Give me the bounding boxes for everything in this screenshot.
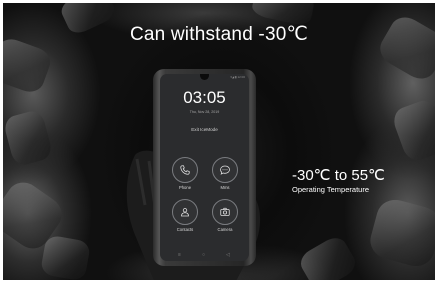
ice-shard: [3, 108, 54, 168]
ice-shard: [366, 195, 435, 271]
app-camera[interactable]: Camera: [210, 199, 240, 232]
lock-time: 03:05: [183, 88, 226, 107]
app-label: Camera: [217, 227, 233, 232]
ice-shard: [389, 96, 435, 165]
back-button[interactable]: ◁: [226, 252, 230, 258]
temperature-caption: Operating Temperature: [292, 185, 369, 194]
app-label: Phone: [178, 185, 192, 190]
app-label: Mms: [220, 185, 230, 190]
exit-icemode-button[interactable]: Exit IceMode: [160, 127, 249, 132]
app-mms[interactable]: Mms: [210, 157, 240, 190]
temperature-range: -30℃ to 55℃: [292, 167, 385, 184]
lock-date: Thu, Nov 28, 2019: [189, 110, 220, 114]
ice-shard: [39, 234, 92, 280]
navigation-bar: ≡ ○ ◁: [160, 252, 249, 258]
status-bar: ▾◢ ▮ 12:00: [230, 75, 245, 79]
phone-icon: [180, 165, 190, 175]
contact-icon: [181, 208, 189, 217]
banner: Can withstand -30℃ ▾◢ ▮ 12:00 03:05 Thu,…: [3, 3, 435, 280]
app-phone[interactable]: Phone: [170, 157, 200, 190]
app-label: Contacts: [176, 227, 194, 232]
ice-shard: [296, 233, 360, 280]
headline: Can withstand -30℃: [129, 24, 309, 45]
message-icon: [220, 165, 230, 175]
app-contacts[interactable]: Contacts: [170, 199, 200, 232]
phone-screen: ▾◢ ▮ 12:00 03:05 Thu, Nov 28, 2019 Exit …: [160, 74, 249, 261]
camera-icon: [220, 207, 230, 216]
recent-apps-button[interactable]: ≡: [178, 252, 181, 258]
camera-notch: [200, 74, 209, 80]
phone: ▾◢ ▮ 12:00 03:05 Thu, Nov 28, 2019 Exit …: [153, 69, 256, 266]
home-button[interactable]: ○: [202, 252, 205, 258]
